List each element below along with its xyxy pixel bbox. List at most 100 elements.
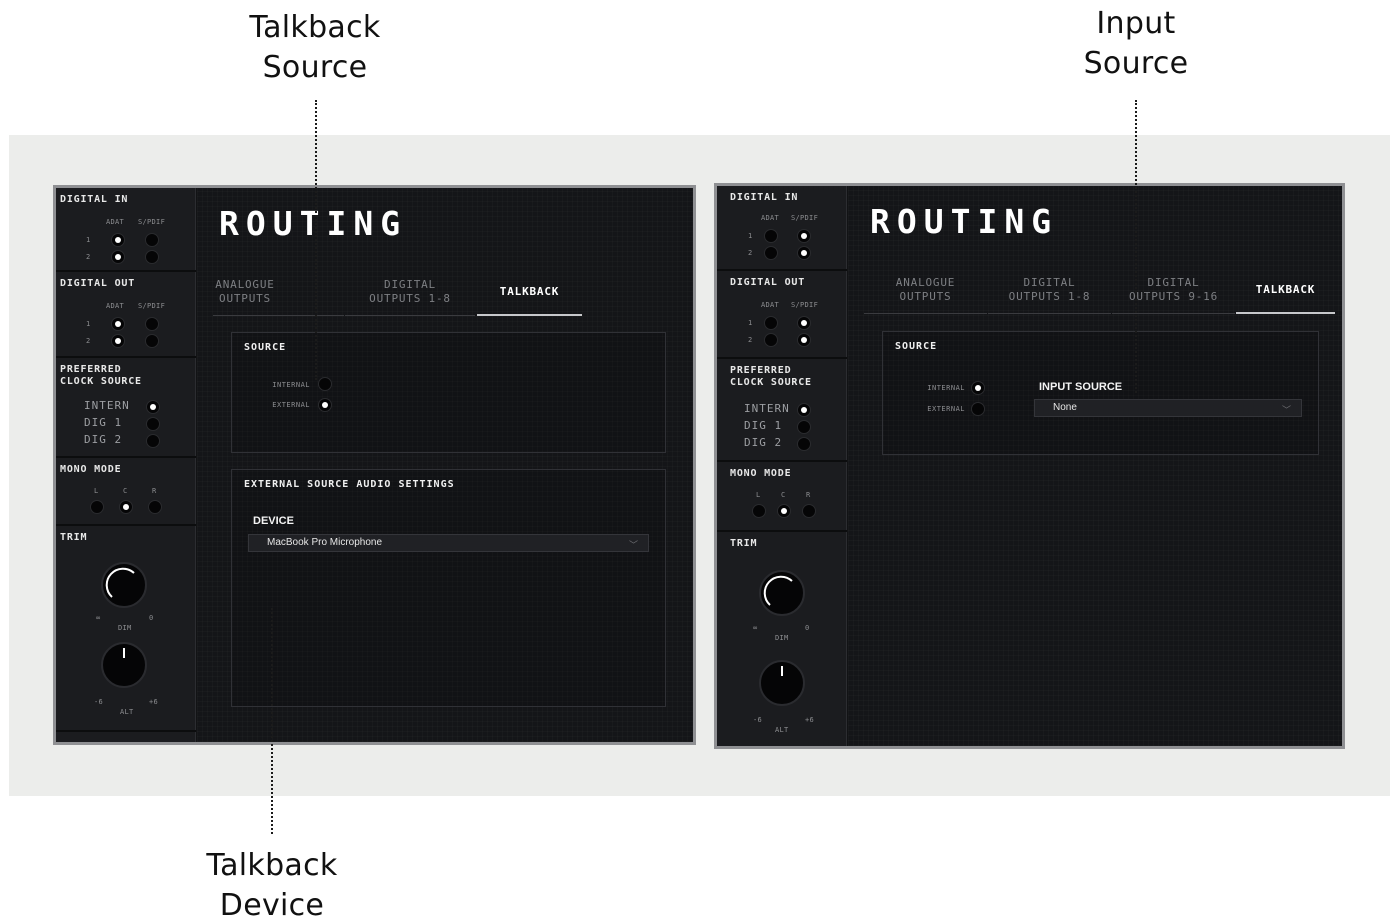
section-title: PREFERRED CLOCK SOURCE	[730, 365, 812, 389]
digital-in-1-adat-radio[interactable]	[764, 229, 778, 243]
annotation-line: Source	[262, 50, 368, 85]
tab-label: OUTPUTS	[899, 290, 952, 303]
device-select[interactable]: MacBook Pro Microphone ﹀	[248, 534, 649, 552]
trim-section: TRIM ∞ DIM 0 -6 ALT +6	[56, 526, 196, 732]
input-source-value: None	[1053, 402, 1077, 413]
tab-label: DIGITAL	[384, 278, 436, 291]
tab-analogue-outputs[interactable]: ANALOGUE OUTPUTS	[864, 276, 987, 314]
col-label-adat: ADAT	[761, 214, 780, 222]
annotation-talkback-device: Talkback Device	[172, 846, 372, 921]
section-title: PREFERRED CLOCK SOURCE	[60, 364, 142, 388]
clock-dig1-radio[interactable]	[797, 420, 811, 434]
knob-pointer-icon	[781, 666, 783, 676]
row-label: 1	[748, 319, 753, 327]
knob-arc-icon	[105, 567, 135, 598]
alt-knob[interactable]	[759, 660, 805, 706]
mono-option-label: R	[152, 487, 157, 495]
digital-in-2-adat-radio[interactable]	[111, 250, 125, 264]
mono-l-radio[interactable]	[90, 500, 104, 514]
external-label: EXTERNAL	[272, 401, 310, 409]
clock-dig2-radio[interactable]	[797, 437, 811, 451]
digital-in-1-spdif-radio[interactable]	[797, 229, 811, 243]
clock-option-label: DIG 2	[744, 436, 783, 449]
digital-out-2-adat-radio[interactable]	[764, 333, 778, 347]
dim-max-label: 0	[149, 614, 154, 622]
dim-label: DIM	[118, 624, 132, 632]
source-internal-radio[interactable]	[971, 381, 985, 395]
mono-c-radio[interactable]	[777, 504, 791, 518]
tab-digital-outputs-9-16[interactable]: DIGITAL OUTPUTS 9-16	[1112, 276, 1235, 314]
input-source-select[interactable]: None ﹀	[1034, 399, 1302, 417]
section-title-line: CLOCK SOURCE	[60, 376, 142, 387]
source-external-radio[interactable]	[971, 402, 985, 416]
clock-source-section: PREFERRED CLOCK SOURCE INTERN DIG 1 DIG …	[717, 359, 847, 462]
tab-label: OUTPUTS 1-8	[1008, 290, 1091, 303]
mono-r-radio[interactable]	[148, 500, 162, 514]
digital-out-2-adat-radio[interactable]	[111, 334, 125, 348]
row-label: 2	[86, 337, 91, 345]
tab-label: DIGITAL	[1023, 276, 1076, 289]
section-title: DIGITAL OUT	[60, 278, 136, 289]
clock-intern-radio[interactable]	[146, 400, 160, 414]
tab-label: ANALOGUE	[895, 276, 956, 289]
tab-digital-outputs-1-8[interactable]: DIGITAL OUTPUTS 1-8	[988, 276, 1111, 314]
digital-out-2-spdif-radio[interactable]	[797, 333, 811, 347]
row-label: 1	[748, 232, 753, 240]
digital-out-1-adat-radio[interactable]	[764, 316, 778, 330]
page-title: ROUTING	[870, 202, 1059, 241]
tab-talkback[interactable]: TALKBACK	[477, 278, 582, 316]
digital-out-2-spdif-radio[interactable]	[145, 334, 159, 348]
clock-dig1-radio[interactable]	[146, 417, 160, 431]
section-title-line: PREFERRED	[60, 364, 122, 375]
source-internal-radio[interactable]	[318, 377, 332, 391]
mono-r-radio[interactable]	[802, 504, 816, 518]
tab-analogue-gap	[277, 278, 344, 316]
external-source-box: EXTERNAL SOURCE AUDIO SETTINGS DEVICE Ma…	[231, 469, 666, 707]
alt-max-label: +6	[149, 698, 159, 706]
dim-knob[interactable]	[101, 562, 147, 608]
dim-max-label: 0	[805, 624, 810, 632]
annotation-line: Talkback	[206, 848, 338, 883]
dim-knob[interactable]	[759, 570, 805, 616]
clock-dig2-radio[interactable]	[146, 434, 160, 448]
clock-intern-radio[interactable]	[797, 403, 811, 417]
mono-l-radio[interactable]	[752, 504, 766, 518]
digital-out-1-spdif-radio[interactable]	[145, 317, 159, 331]
sidebar: DIGITAL IN ADAT S/PDIF 1 2 DIGITAL OUT A…	[717, 186, 847, 746]
digital-in-1-adat-radio[interactable]	[111, 233, 125, 247]
section-title: TRIM	[730, 538, 758, 549]
source-external-radio[interactable]	[318, 398, 332, 412]
digital-out-1-adat-radio[interactable]	[111, 317, 125, 331]
alt-max-label: +6	[805, 716, 815, 724]
clock-option-label: DIG 2	[84, 433, 123, 446]
alt-knob[interactable]	[101, 642, 147, 688]
tab-talkback[interactable]: TALKBACK	[1236, 276, 1335, 314]
section-title: DIGITAL OUT	[730, 277, 806, 288]
source-title: SOURCE	[244, 342, 287, 353]
mono-option-label: L	[756, 491, 761, 499]
leader-talkback-source	[315, 100, 317, 380]
mono-c-radio[interactable]	[119, 500, 133, 514]
internal-label: INTERNAL	[927, 384, 965, 392]
routing-panel-talkback-internal: DIGITAL IN ADAT S/PDIF 1 2 DIGITAL OUT A…	[714, 183, 1345, 749]
digital-out-1-spdif-radio[interactable]	[797, 316, 811, 330]
digital-in-2-spdif-radio[interactable]	[797, 246, 811, 260]
trim-section: TRIM ∞ DIM 0 -6 ALT +6	[717, 532, 847, 746]
annotation-input-source: Input Source	[1036, 4, 1236, 84]
digital-in-2-adat-radio[interactable]	[764, 246, 778, 260]
mono-option-label: R	[806, 491, 811, 499]
mono-mode-section: MONO MODE L C R	[56, 458, 196, 526]
digital-in-2-spdif-radio[interactable]	[145, 250, 159, 264]
clock-option-label: INTERN	[744, 402, 790, 415]
tab-digital-outputs-1-8[interactable]: DIGITAL OUTPUTS 1-8	[345, 278, 475, 316]
input-source-label: INPUT SOURCE	[1039, 381, 1123, 393]
digital-in-1-spdif-radio[interactable]	[145, 233, 159, 247]
section-title: DIGITAL IN	[730, 192, 799, 203]
leader-input-source	[1135, 100, 1137, 393]
digital-out-section: DIGITAL OUT ADAT S/PDIF 1 2	[717, 271, 847, 359]
section-title: MONO MODE	[730, 468, 792, 479]
knob-arc-icon	[763, 575, 793, 606]
tab-analogue-outputs[interactable]: ANALOGUE OUTPUTS	[213, 278, 277, 316]
col-label-spdif: S/PDIF	[791, 301, 819, 309]
clock-option-label: DIG 1	[744, 419, 783, 432]
